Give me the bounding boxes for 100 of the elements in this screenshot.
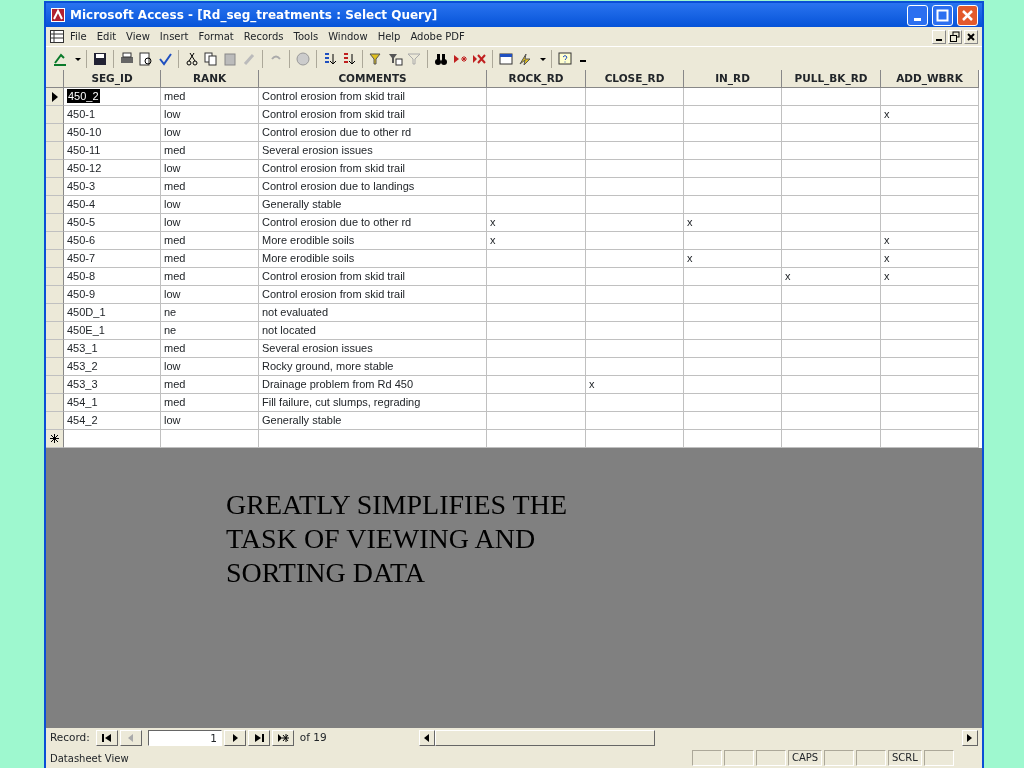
menu-item[interactable]: Help — [373, 29, 405, 44]
table-cell: x — [487, 214, 586, 232]
column-header[interactable]: COMMENTS — [259, 70, 487, 88]
table-cell: Control erosion due to landings — [259, 178, 487, 196]
database-window-icon[interactable] — [498, 50, 514, 67]
maximize-button[interactable] — [932, 4, 953, 26]
close-document-button[interactable] — [964, 29, 978, 44]
row-selector[interactable] — [46, 394, 64, 412]
sort-ascending-icon[interactable] — [322, 50, 338, 67]
table-cell: 450-3 — [64, 178, 161, 196]
previous-record-button[interactable] — [119, 730, 142, 746]
table-cell: Generally stable — [259, 412, 487, 430]
row-selector[interactable] — [46, 214, 64, 232]
table-cell: x — [881, 268, 979, 286]
scrollbar-thumb[interactable] — [434, 730, 655, 746]
scroll-right-button[interactable] — [962, 730, 978, 746]
app-icon — [50, 7, 66, 23]
new-record-icon — [50, 434, 59, 443]
last-record-button[interactable] — [247, 730, 270, 746]
table-cell: 450_2 — [67, 89, 100, 103]
column-header[interactable]: ADD_WBRK — [881, 70, 979, 88]
left-arrow-icon — [423, 734, 430, 742]
print-preview-icon[interactable] — [138, 50, 154, 67]
table-cell: x — [684, 250, 782, 268]
menu-item[interactable]: Edit — [92, 29, 121, 44]
cut-icon[interactable] — [184, 50, 200, 67]
menu-item[interactable]: File — [66, 29, 91, 44]
row-selector[interactable] — [46, 340, 64, 358]
row-selector[interactable] — [46, 232, 64, 250]
table-cell: 450-10 — [64, 124, 161, 142]
slide-text: SORTING DATA — [226, 556, 427, 590]
column-header[interactable]: PULL_BK_RD — [782, 70, 881, 88]
row-selector[interactable] — [46, 160, 64, 178]
column-header[interactable]: CLOSE_RD — [586, 70, 684, 88]
table-cell: x — [586, 376, 684, 394]
new-record-button[interactable] — [271, 730, 294, 746]
copy-icon[interactable] — [203, 50, 219, 67]
row-selector[interactable] — [46, 358, 64, 376]
next-record-button[interactable] — [223, 730, 246, 746]
menu-item[interactable]: View — [122, 29, 154, 44]
column-header[interactable]: SEG_ID — [64, 70, 161, 88]
restore-icon — [949, 30, 961, 43]
column-header[interactable]: IN_RD — [684, 70, 782, 88]
sort-descending-icon[interactable] — [341, 50, 357, 67]
right-arrow-icon — [967, 734, 973, 742]
table-cell: med — [161, 340, 259, 358]
close-button[interactable] — [957, 4, 978, 26]
row-selector[interactable] — [46, 322, 64, 340]
row-selector[interactable] — [46, 106, 64, 124]
scroll-left-button[interactable] — [418, 730, 435, 746]
table-cell: med — [161, 376, 259, 394]
column-header[interactable]: ROCK_RD — [487, 70, 586, 88]
minimize-document-button[interactable] — [932, 29, 946, 44]
table-cell: 453_2 — [64, 358, 161, 376]
table-cell: Control erosion due to other rd — [259, 214, 487, 232]
menu-item[interactable]: Records — [239, 29, 288, 44]
row-selector[interactable] — [46, 250, 64, 268]
table-cell: low — [161, 160, 259, 178]
table-cell: 450-11 — [64, 142, 161, 160]
minimize-icon — [914, 18, 921, 21]
filter-icon[interactable] — [368, 50, 384, 67]
table-cell: med — [161, 394, 259, 412]
row-selector[interactable] — [46, 286, 64, 304]
menu-item[interactable]: Format — [194, 29, 238, 44]
table-cell: 450-9 — [64, 286, 161, 304]
table-cell: x — [881, 250, 979, 268]
first-record-button[interactable] — [95, 730, 118, 746]
row-selector[interactable] — [46, 268, 64, 286]
row-selector[interactable] — [46, 376, 64, 394]
table-cell: not located — [259, 322, 487, 340]
save-icon[interactable] — [92, 50, 108, 67]
last-icon — [252, 733, 265, 743]
help-icon[interactable] — [557, 50, 573, 67]
column-header[interactable]: RANK — [161, 70, 259, 88]
table-cell: x — [782, 268, 881, 286]
table-cell: Control erosion from skid trail — [259, 268, 487, 286]
select-all-button[interactable] — [46, 70, 64, 88]
menu-item[interactable]: Insert — [155, 29, 193, 44]
status-panel — [924, 750, 954, 766]
menu-item[interactable]: Window — [324, 29, 372, 44]
restore-document-button[interactable] — [948, 29, 962, 44]
menu-item[interactable]: Tools — [289, 29, 323, 44]
table-cell: low — [161, 196, 259, 214]
status-panel — [824, 750, 854, 766]
table-cell: ne — [161, 322, 259, 340]
minimize-button[interactable] — [907, 4, 928, 26]
row-selector[interactable] — [46, 196, 64, 214]
row-selector[interactable] — [46, 124, 64, 142]
row-selector[interactable] — [46, 304, 64, 322]
table-cell: 453_1 — [64, 340, 161, 358]
table-cell: med — [161, 268, 259, 286]
table-cell: low — [161, 286, 259, 304]
menu-item[interactable]: Adobe PDF — [406, 29, 469, 44]
status-indicator: CAPS — [788, 750, 822, 766]
row-selector[interactable] — [46, 178, 64, 196]
row-selector[interactable] — [46, 142, 64, 160]
record-number-field[interactable]: 1 — [147, 730, 222, 746]
row-selector[interactable] — [46, 412, 64, 430]
table-cell: med — [161, 232, 259, 250]
table-cell: not evaluated — [259, 304, 487, 322]
